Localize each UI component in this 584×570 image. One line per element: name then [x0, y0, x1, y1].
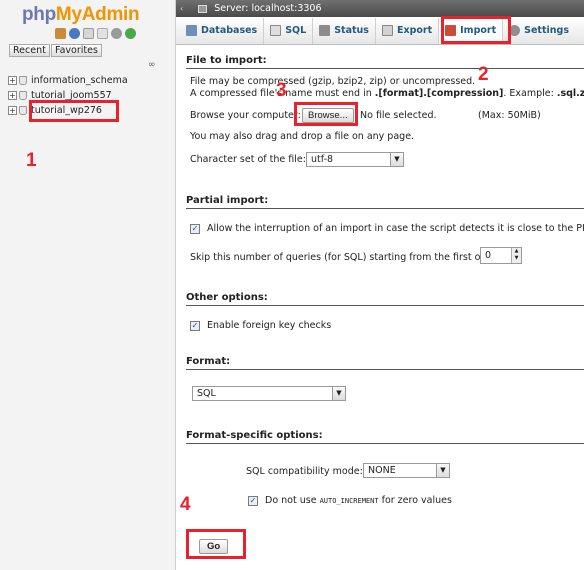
sql-icon [270, 25, 282, 36]
logout-icon[interactable] [69, 28, 80, 39]
database-icon [19, 75, 27, 85]
expand-icon[interactable]: + [8, 75, 17, 85]
annotation-number-4: 4 [180, 494, 191, 515]
link-icon[interactable]: ∞ [148, 60, 156, 70]
annotation-number-2: 2 [478, 64, 489, 85]
quick-icons [55, 28, 136, 39]
compat-mode-select[interactable]: NONE ▼ [363, 463, 450, 478]
stepper-arrows-icon[interactable]: ▲ ▼ [511, 248, 521, 263]
database-icon [19, 90, 27, 100]
expand-icon[interactable]: + [8, 90, 17, 100]
db-item-information-schema[interactable]: + information_schema [8, 73, 128, 87]
chevron-down-icon: ▼ [390, 153, 403, 166]
chevron-down-icon: ▼ [332, 387, 345, 400]
databases-icon [186, 25, 197, 36]
tab-settings[interactable]: Settings [503, 18, 575, 44]
annotation-number-1: 1 [26, 150, 37, 171]
browse-row: Browse your computer: [190, 110, 301, 121]
tab-databases[interactable]: Databases [176, 17, 265, 44]
skip-queries-label: Skip this number of queries (for SQL) st… [190, 252, 496, 263]
foreign-key-row: ✓ Enable foreign key checks [190, 320, 332, 331]
annotation-box-browse [294, 102, 358, 126]
file-import-heading: File to import: [186, 55, 584, 69]
compat-mode-label: SQL compatibility mode: [246, 466, 363, 477]
chevron-down-icon: ▼ [436, 464, 449, 477]
charset-label: Character set of the file: [190, 154, 306, 165]
top-tabs: Databases SQL Status Export Import Setti… [176, 17, 584, 45]
home-icon[interactable] [55, 28, 66, 39]
partial-import-heading: Partial import: [186, 195, 584, 209]
query-window-icon[interactable] [83, 28, 94, 39]
tab-status[interactable]: Status [313, 17, 376, 44]
no-file-text: No file selected. [360, 110, 437, 121]
skip-queries-input[interactable]: 0 ▲ ▼ [480, 247, 522, 264]
server-link[interactable]: Server: localhost:3306 [214, 3, 321, 14]
annotation-number-3: 3 [276, 80, 287, 101]
format-heading: Format: [186, 356, 584, 370]
server-icon [198, 4, 208, 13]
reload-icon[interactable] [125, 28, 136, 39]
compression-note: File may be compressed (gzip, bzip2, zip… [190, 76, 476, 87]
auto-increment-row: ✓ Do not use AUTO_INCREMENT for zero valu… [248, 495, 452, 506]
recent-tab[interactable]: Recent [9, 44, 50, 57]
phpmyadmin-logo[interactable]: phpMyAdmin [22, 4, 140, 26]
favorites-tab[interactable]: Favorites [51, 44, 102, 57]
format-select[interactable]: SQL ▼ [192, 386, 346, 401]
charset-select[interactable]: utf-8 ▼ [306, 152, 404, 167]
status-icon [319, 25, 331, 36]
expand-icon[interactable]: + [8, 105, 17, 115]
export-icon [381, 25, 393, 36]
collapse-arrow-icon[interactable]: ‹ [180, 4, 183, 13]
gear-icon[interactable] [111, 28, 122, 39]
filename-note: A compressed file's name must end in .[f… [190, 88, 584, 99]
allow-interrupt-row: ✓ Allow the interruption of an import in … [190, 223, 584, 234]
database-icon [19, 105, 27, 115]
other-options-heading: Other options: [186, 292, 584, 306]
tab-export[interactable]: Export [376, 17, 440, 44]
format-specific-heading: Format-specific options: [186, 430, 584, 444]
navigation-panel: phpMyAdmin Recent Favorites ∞ + informat… [0, 0, 176, 570]
annotation-box-database [29, 100, 119, 122]
annotation-box-go [186, 529, 246, 559]
annotation-box-import-tab [441, 16, 511, 44]
foreign-key-checkbox[interactable]: ✓ [190, 320, 200, 331]
max-size-text: (Max: 50MiB) [478, 110, 541, 121]
allow-interrupt-checkbox[interactable]: ✓ [190, 223, 200, 234]
auto-increment-checkbox[interactable]: ✓ [248, 495, 258, 506]
drag-drop-hint: You may also drag and drop a file on any… [190, 131, 415, 142]
server-breadcrumb: ‹ Server: localhost:3306 [176, 0, 584, 17]
tab-sql[interactable]: SQL [264, 17, 314, 44]
docs-icon[interactable] [97, 28, 108, 39]
